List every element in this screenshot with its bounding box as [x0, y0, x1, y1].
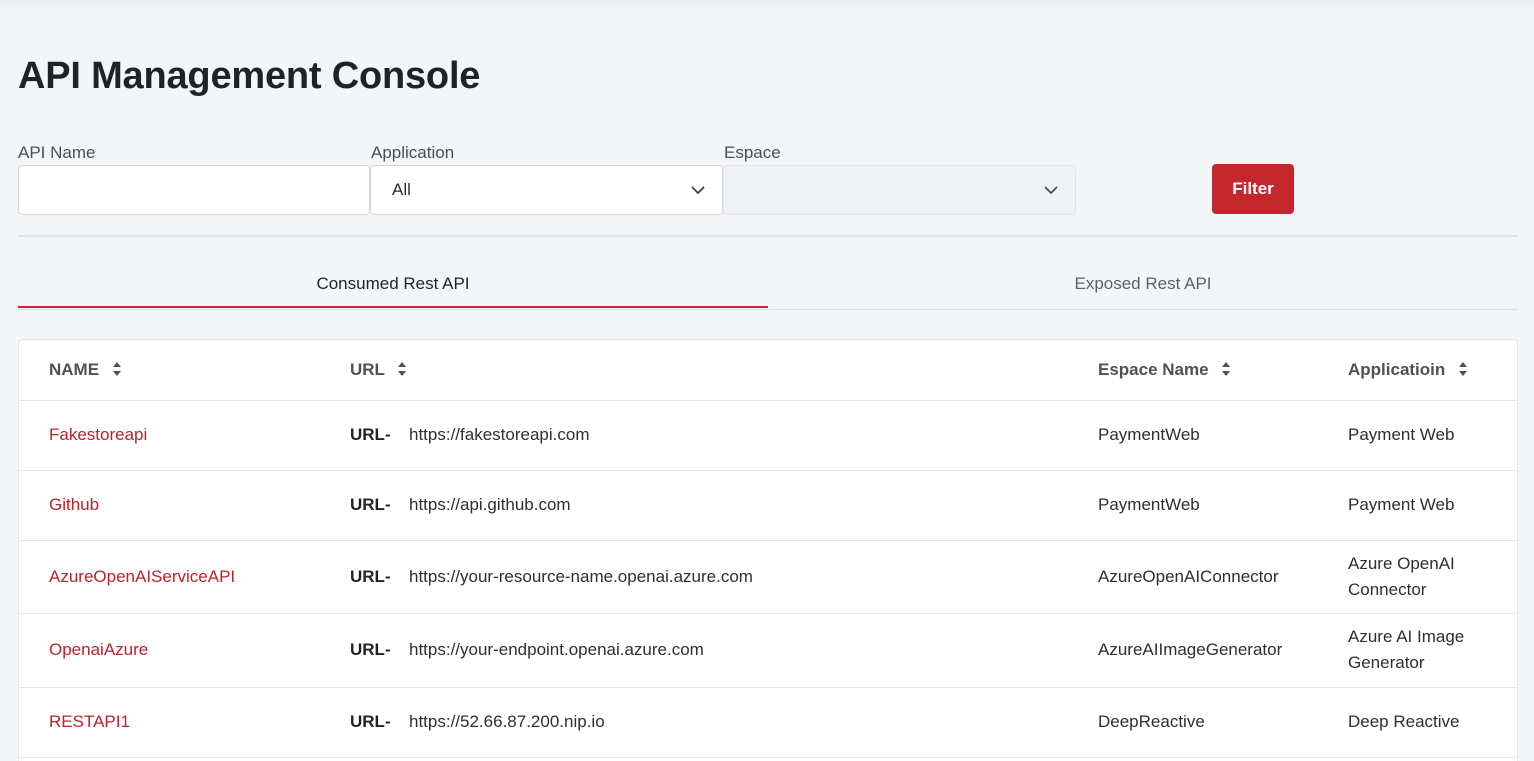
application-cell: Deep Reactive	[1348, 712, 1460, 731]
api-name-cell: RESTAPI1	[49, 709, 130, 735]
url-prefix: URL-	[350, 567, 391, 586]
url-prefix: URL-	[350, 425, 391, 444]
espace-select[interactable]	[723, 165, 1076, 215]
api-name-cell: Fakestoreapi	[49, 422, 147, 448]
tab-exposed-rest-api[interactable]: Exposed Rest API	[768, 262, 1518, 308]
espace-name-cell: AzureAIImageGenerator	[1098, 640, 1283, 659]
divider	[18, 235, 1518, 237]
url-prefix: URL-	[350, 640, 391, 659]
sort-icon	[1459, 361, 1468, 376]
url-prefix: URL-	[350, 495, 391, 514]
application-cell: Azure OpenAI Connector	[1348, 554, 1455, 599]
table-row: RESTAPI1 URL- https://52.66.87.200.nip.i…	[19, 688, 1517, 758]
top-shadow	[0, 0, 1534, 6]
application-cell: Azure AI Image Generator	[1348, 627, 1465, 672]
api-table: NAME URL Espace Name Applicatioin Fakest…	[18, 339, 1518, 761]
application-cell: Payment Web	[1348, 495, 1455, 514]
application-label: Application	[371, 143, 455, 162]
page-title: API Management Console	[18, 55, 481, 97]
api-name-link[interactable]: Fakestoreapi	[49, 425, 147, 444]
espace-label: Espace	[724, 143, 781, 162]
api-name-cell: AzureOpenAIServiceAPI	[49, 564, 235, 590]
url-prefix: URL-	[350, 712, 391, 731]
column-header-label: NAME	[49, 360, 100, 379]
url-value: https://api.github.com	[409, 495, 571, 514]
api-name-link[interactable]: RESTAPI1	[49, 712, 130, 731]
column-header-label: URL	[350, 360, 385, 379]
column-header-name[interactable]: NAME	[49, 360, 122, 380]
api-name-link[interactable]: Github	[49, 495, 99, 514]
table-row: OpenaiAzure URL- https://your-endpoint.o…	[19, 614, 1517, 688]
column-header-label: Applicatioin	[1348, 360, 1446, 379]
tab-consumed-rest-api[interactable]: Consumed Rest API	[18, 262, 768, 308]
tab-bar: Consumed Rest API Exposed Rest API	[18, 262, 1518, 310]
api-name-link[interactable]: AzureOpenAIServiceAPI	[49, 567, 235, 586]
api-name-label: API Name	[18, 143, 96, 162]
espace-name-cell: PaymentWeb	[1098, 495, 1200, 514]
url-value: https://your-resource-name.openai.azure.…	[409, 567, 753, 586]
application-cell: Payment Web	[1348, 425, 1455, 444]
chevron-down-icon	[691, 186, 705, 195]
url-value: https://fakestoreapi.com	[409, 425, 590, 444]
column-header-label: Espace Name	[1098, 360, 1209, 379]
application-select[interactable]: All	[370, 165, 723, 215]
url-value: https://your-endpoint.openai.azure.com	[409, 640, 704, 659]
api-name-link[interactable]: OpenaiAzure	[49, 640, 148, 659]
api-name-input[interactable]	[18, 165, 370, 215]
sort-icon	[112, 361, 121, 376]
sort-icon	[398, 361, 407, 376]
table-row: Github URL- https://api.github.com Payme…	[19, 471, 1517, 541]
url-value: https://52.66.87.200.nip.io	[409, 712, 605, 731]
column-header-application[interactable]: Applicatioin	[1348, 360, 1468, 380]
table-row: Fakestoreapi URL- https://fakestoreapi.c…	[19, 401, 1517, 471]
sort-icon	[1222, 361, 1231, 376]
table-row: AzureOpenAIServiceAPI URL- https://your-…	[19, 541, 1517, 614]
api-name-cell: Github	[49, 492, 99, 518]
page: API Management Console API Name Applicat…	[0, 0, 1534, 761]
espace-name-cell: DeepReactive	[1098, 712, 1205, 731]
api-name-cell: OpenaiAzure	[49, 637, 148, 663]
chevron-down-icon	[1044, 186, 1058, 195]
application-select-value: All	[392, 180, 411, 199]
espace-name-cell: AzureOpenAIConnector	[1098, 567, 1279, 586]
column-header-url[interactable]: URL	[350, 360, 407, 380]
espace-name-cell: PaymentWeb	[1098, 425, 1200, 444]
column-header-espace-name[interactable]: Espace Name	[1098, 360, 1231, 380]
filter-button[interactable]: Filter	[1212, 164, 1294, 214]
